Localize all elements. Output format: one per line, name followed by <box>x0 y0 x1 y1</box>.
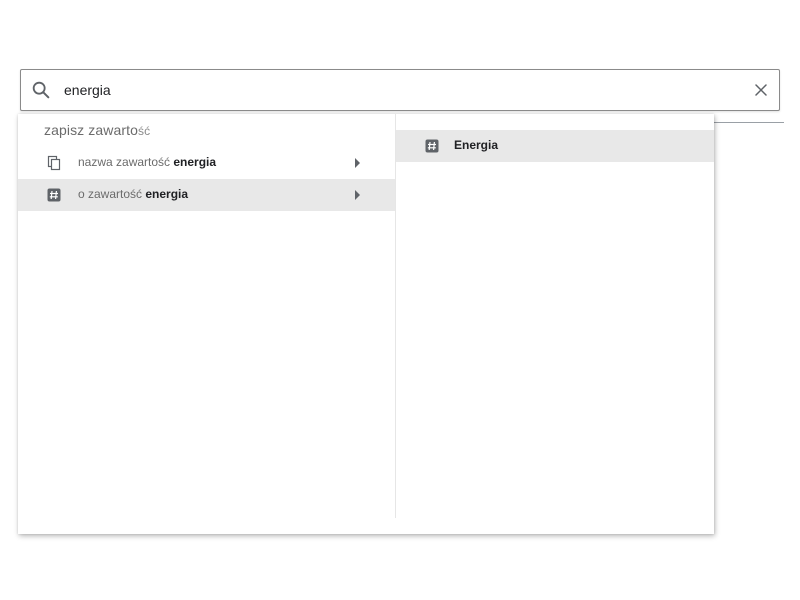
stage: zapisz zawartość nazwa zawartość energia <box>0 0 800 600</box>
search-icon <box>32 81 50 99</box>
section-header: zapisz zawartość <box>44 122 150 138</box>
result-item-label: Energia <box>454 138 499 152</box>
results-pane: Energia <box>396 114 714 534</box>
menu-item-label: nazwa zawartość energia <box>78 155 216 169</box>
hashtag-icon <box>47 188 61 202</box>
menu-item-prefix: nazwa zawartość <box>78 155 174 169</box>
section-header-tail: ść <box>138 124 151 138</box>
search-box[interactable] <box>20 69 780 111</box>
menu-item-prefix: o zawartość <box>78 187 146 201</box>
search-input[interactable] <box>64 79 724 101</box>
menu-item-content-about[interactable]: o zawartość energia <box>18 179 395 211</box>
section-header-text: zapisz zawarto <box>44 122 138 138</box>
chevron-right-icon <box>355 158 360 168</box>
menu-item-content-name[interactable]: nazwa zawartość energia <box>18 147 395 179</box>
autocomplete-dropdown: zapisz zawartość nazwa zawartość energia <box>18 114 714 534</box>
menu-item-keyword: energia <box>173 155 217 169</box>
result-item-energia[interactable]: Energia <box>396 130 714 162</box>
menu-item-keyword: energia <box>145 187 189 201</box>
close-icon[interactable] <box>753 82 769 98</box>
suggestion-pane: zapisz zawartość nazwa zawartość energia <box>18 114 395 534</box>
hashtag-icon <box>425 139 439 153</box>
chevron-right-icon <box>355 190 360 200</box>
copy-icon <box>47 155 61 171</box>
menu-item-label: o zawartość energia <box>78 187 188 201</box>
